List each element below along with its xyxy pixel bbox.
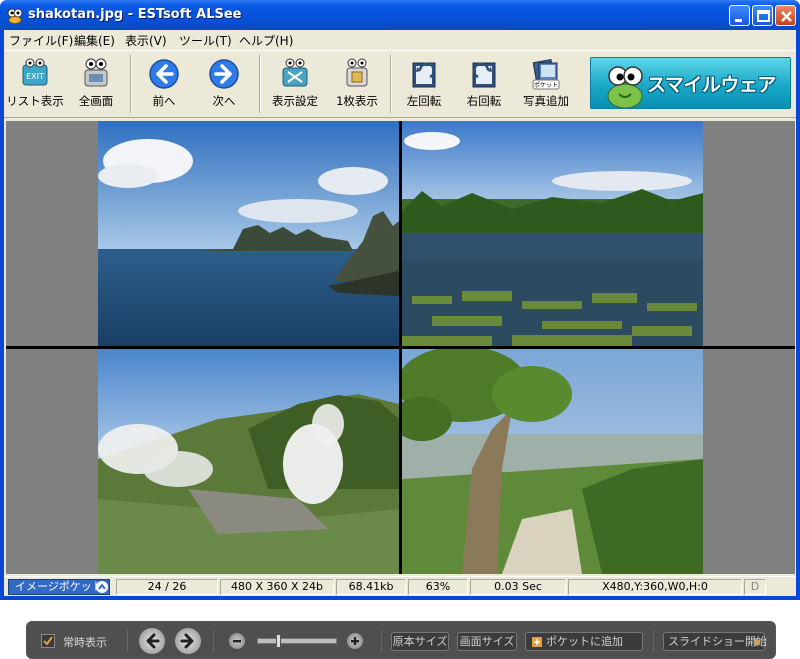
status-filesize: 68.41kb bbox=[336, 579, 406, 595]
list-view-icon: EXIT bbox=[22, 58, 48, 86]
arrow-right-icon bbox=[180, 633, 194, 649]
client-area: ファイル(F) 編集(E) 表示(V) ツール(T) ヘルプ(H) EXIT リ… bbox=[4, 30, 796, 659]
title-bar[interactable]: shakotan.jpg - ESTsoft ALSee bbox=[0, 0, 800, 30]
status-zoom: 63% bbox=[408, 579, 468, 595]
overlay-separator bbox=[653, 630, 654, 652]
pocket-icon-label: ポケット bbox=[534, 81, 558, 89]
minimize-button[interactable] bbox=[729, 5, 750, 26]
menu-help[interactable]: ヘルプ(H) bbox=[239, 32, 293, 49]
previous-label: 前へ bbox=[152, 94, 176, 108]
view-settings-button[interactable]: 表示設定 bbox=[264, 53, 326, 115]
rotate-right-label: 右回転 bbox=[466, 94, 502, 108]
image-cell[interactable] bbox=[6, 121, 399, 346]
toolbar-separator bbox=[390, 55, 392, 113]
status-time: 0.03 Sec bbox=[470, 579, 566, 595]
overlay-previous-button[interactable] bbox=[139, 628, 165, 654]
previous-button[interactable]: 前へ bbox=[136, 53, 192, 115]
slideshow-label: スライドショー開始 bbox=[668, 635, 767, 648]
list-view-label: リスト表示 bbox=[6, 94, 64, 108]
fullscreen-icon bbox=[84, 58, 108, 87]
status-indicator: D bbox=[744, 579, 766, 595]
zoom-out-button[interactable] bbox=[229, 633, 245, 649]
image-cell[interactable] bbox=[402, 349, 795, 574]
coast-rocks-photo bbox=[98, 121, 399, 346]
add-photo-label: 写真追加 bbox=[523, 94, 569, 108]
add-photo-button[interactable]: ポケット 写真追加 bbox=[516, 53, 576, 115]
maximize-button[interactable] bbox=[752, 5, 773, 26]
volcanic-steam-photo bbox=[98, 349, 399, 574]
toolbar-separator bbox=[130, 55, 132, 113]
status-bar: イメージポケット 24 / 26 480 X 360 X 24b 68.41kb… bbox=[4, 576, 796, 596]
image-viewer[interactable]: 常時表示 原本サイズ 画面サイズ ポケットに追加 スライドショー開始 bbox=[6, 121, 795, 659]
toolbar: EXIT リスト表示 全画面 前へ 次へ 表示設定 1枚表示 左回転 右回転 ポ… bbox=[4, 50, 796, 118]
minimize-icon bbox=[735, 19, 742, 22]
app-window: shakotan.jpg - ESTsoft ALSee ファイル(F) 編集(… bbox=[0, 0, 800, 659]
image-pocket-button[interactable]: イメージポケット bbox=[8, 579, 110, 595]
arrow-left-icon bbox=[146, 633, 160, 649]
image-cell[interactable] bbox=[6, 349, 399, 574]
fullscreen-button[interactable]: 全画面 bbox=[68, 53, 124, 115]
status-coords: X480,Y:360,W0,H:0 bbox=[568, 579, 742, 595]
zoom-slider[interactable] bbox=[257, 638, 337, 644]
fullscreen-label: 全画面 bbox=[78, 94, 114, 108]
single-view-button[interactable]: 1枚表示 bbox=[328, 53, 386, 115]
image-cell[interactable] bbox=[402, 121, 795, 346]
close-icon bbox=[781, 11, 792, 22]
chevron-up-icon bbox=[96, 581, 108, 593]
smileware-banner[interactable]: スマイルウェア bbox=[590, 57, 791, 109]
image-pocket-label: イメージポケット bbox=[15, 580, 103, 593]
toolbar-separator bbox=[259, 55, 261, 113]
original-size-button[interactable]: 原本サイズ bbox=[391, 632, 449, 651]
menu-edit[interactable]: 編集(E) bbox=[74, 32, 115, 49]
always-show-label: 常時表示 bbox=[63, 636, 107, 649]
tree-overlook-photo bbox=[402, 349, 703, 574]
minus-icon bbox=[233, 640, 241, 643]
checkmark-icon bbox=[43, 636, 53, 646]
zoom-slider-handle[interactable] bbox=[275, 634, 281, 648]
menu-tools[interactable]: ツール(T) bbox=[179, 32, 232, 49]
alsee-app-icon bbox=[7, 8, 23, 24]
arrow-right-icon bbox=[209, 59, 239, 89]
lake-forest-photo bbox=[402, 121, 703, 346]
rotate-left-button[interactable]: 左回転 bbox=[396, 53, 452, 115]
add-photo-icon: ポケット bbox=[532, 59, 560, 90]
rotate-right-button[interactable]: 右回転 bbox=[456, 53, 512, 115]
add-to-pocket-button[interactable]: ポケットに追加 bbox=[525, 632, 643, 651]
menu-view[interactable]: 表示(V) bbox=[125, 32, 167, 49]
screen-size-button[interactable]: 画面サイズ bbox=[457, 632, 517, 651]
rotate-left-label: 左回転 bbox=[406, 94, 442, 108]
next-label: 次へ bbox=[212, 94, 236, 108]
menu-bar: ファイル(F) 編集(E) 表示(V) ツール(T) ヘルプ(H) bbox=[4, 30, 796, 49]
plus-icon bbox=[351, 637, 359, 645]
list-view-button[interactable]: EXIT リスト表示 bbox=[6, 53, 64, 115]
single-view-label: 1枚表示 bbox=[336, 94, 378, 108]
add-pocket-icon bbox=[532, 637, 542, 647]
maximize-icon bbox=[757, 10, 770, 22]
view-settings-icon bbox=[282, 58, 308, 87]
viewer-control-panel: 常時表示 原本サイズ 画面サイズ ポケットに追加 スライドショー開始 bbox=[26, 621, 776, 659]
view-settings-label: 表示設定 bbox=[272, 94, 318, 108]
overlay-next-button[interactable] bbox=[175, 628, 201, 654]
status-position: 24 / 26 bbox=[116, 579, 218, 595]
mascot-icon bbox=[607, 66, 643, 108]
overlay-separator bbox=[213, 630, 214, 652]
close-button[interactable] bbox=[775, 5, 796, 26]
play-arrow-icon bbox=[755, 638, 761, 646]
add-to-pocket-label: ポケットに追加 bbox=[546, 635, 623, 648]
overlay-separator bbox=[127, 630, 128, 652]
rotate-left-icon bbox=[412, 62, 436, 88]
rotate-right-icon bbox=[472, 62, 496, 88]
banner-text: スマイルウェア bbox=[647, 74, 776, 96]
svg-text:EXIT: EXIT bbox=[26, 72, 44, 81]
window-title: shakotan.jpg - ESTsoft ALSee bbox=[28, 7, 242, 22]
always-show-checkbox[interactable] bbox=[41, 634, 55, 648]
slideshow-start-button[interactable]: スライドショー開始 bbox=[663, 632, 767, 651]
menu-file[interactable]: ファイル(F) bbox=[9, 32, 73, 49]
next-button[interactable]: 次へ bbox=[196, 53, 252, 115]
single-view-icon bbox=[346, 58, 368, 87]
zoom-in-button[interactable] bbox=[347, 633, 363, 649]
status-dimensions: 480 X 360 X 24b bbox=[220, 579, 334, 595]
arrow-left-icon bbox=[149, 59, 179, 89]
overlay-separator bbox=[381, 630, 382, 652]
